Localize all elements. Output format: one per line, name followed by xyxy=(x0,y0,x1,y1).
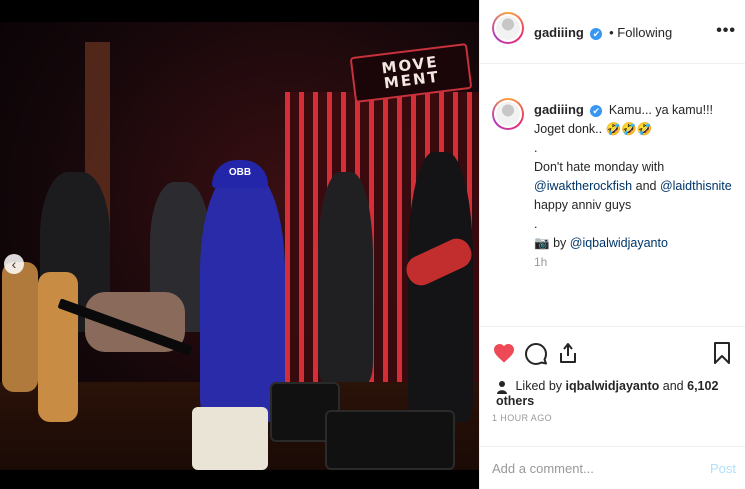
liked-prefix: Liked by xyxy=(515,379,563,393)
guitarist-figure xyxy=(318,172,373,382)
stage-monitor xyxy=(325,410,455,470)
caption-dot: . xyxy=(534,141,538,155)
chevron-left-icon: ‹ xyxy=(11,256,17,272)
comment-bar: Post xyxy=(480,446,745,489)
avatar[interactable] xyxy=(492,98,524,130)
photo-bottom-band xyxy=(0,470,479,489)
post-caption: gadiiing ✔ Kamu... ya kamu!!! Joget donk… xyxy=(534,100,734,272)
caption-line-2: Don't hate monday with xyxy=(534,160,665,174)
caption-line-3: happy anniv guys xyxy=(534,198,632,212)
carousel-prev-button[interactable]: ‹ xyxy=(4,254,24,274)
bassist-figure xyxy=(408,152,473,422)
mention-link[interactable]: @iqbalwidjayanto xyxy=(570,236,668,250)
liked-and: and xyxy=(662,379,684,393)
camera-icon: 📷 xyxy=(534,236,550,250)
caption-username[interactable]: gadiiing xyxy=(534,102,584,117)
conga-drum xyxy=(2,262,38,392)
verified-badge-icon: ✔ xyxy=(590,104,603,117)
conga-drum xyxy=(38,272,78,422)
post-actions: Liked by iqbalwidjayanto and 6,102 other… xyxy=(480,326,745,436)
post-header: gadiiing ✔ • Following ••• xyxy=(480,0,745,64)
post-timestamp: 1 HOUR AGO xyxy=(492,413,553,423)
more-dots-icon[interactable]: ••• xyxy=(716,22,736,40)
follow-status-button[interactable]: Following xyxy=(617,25,672,40)
heart-filled-icon[interactable] xyxy=(492,341,516,365)
header-separator: • xyxy=(609,25,614,40)
comment-icon[interactable] xyxy=(524,341,548,365)
liker-username[interactable]: iqbalwidjayanto xyxy=(566,379,660,393)
verified-badge-icon: ✔ xyxy=(590,27,603,40)
post-comment-button[interactable]: Post xyxy=(710,461,736,476)
photo-top-band xyxy=(0,0,479,22)
mention-link[interactable]: @laidthisnite xyxy=(660,179,732,193)
header-username[interactable]: gadiiing xyxy=(534,25,584,40)
liker-avatar-icon xyxy=(496,380,508,394)
post-photo[interactable]: MOVE MENT OBB ‹ xyxy=(0,22,479,470)
caption-dot: . xyxy=(534,217,538,231)
cap-text: OBB xyxy=(228,167,252,178)
credit-prefix: by xyxy=(553,236,567,250)
caption-and: and xyxy=(635,179,657,193)
avatar[interactable] xyxy=(492,12,524,44)
singer-shorts xyxy=(192,407,268,470)
caption-time: 1h xyxy=(534,255,548,269)
mention-link[interactable]: @iwaktherockfish xyxy=(534,179,632,193)
comment-input[interactable] xyxy=(492,461,692,476)
singer-cap: OBB xyxy=(212,160,268,188)
bookmark-icon[interactable] xyxy=(710,341,734,365)
likes-summary: Liked by iqbalwidjayanto and 6,102 other… xyxy=(496,379,745,408)
share-icon[interactable] xyxy=(556,341,580,365)
post-side-panel: gadiiing ✔ • Following ••• gadiiing ✔ Ka… xyxy=(479,0,745,489)
